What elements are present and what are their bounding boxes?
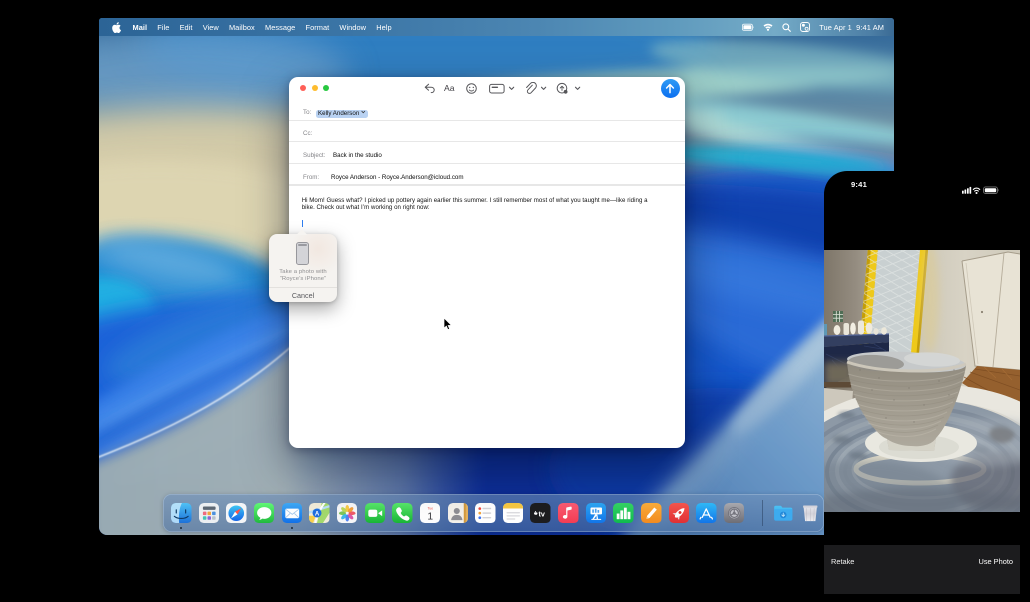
svg-text:A: A [315,511,320,517]
svg-text:Tue: Tue [427,506,433,510]
svg-text:1: 1 [427,511,433,522]
svg-text:tv: tv [539,509,545,518]
